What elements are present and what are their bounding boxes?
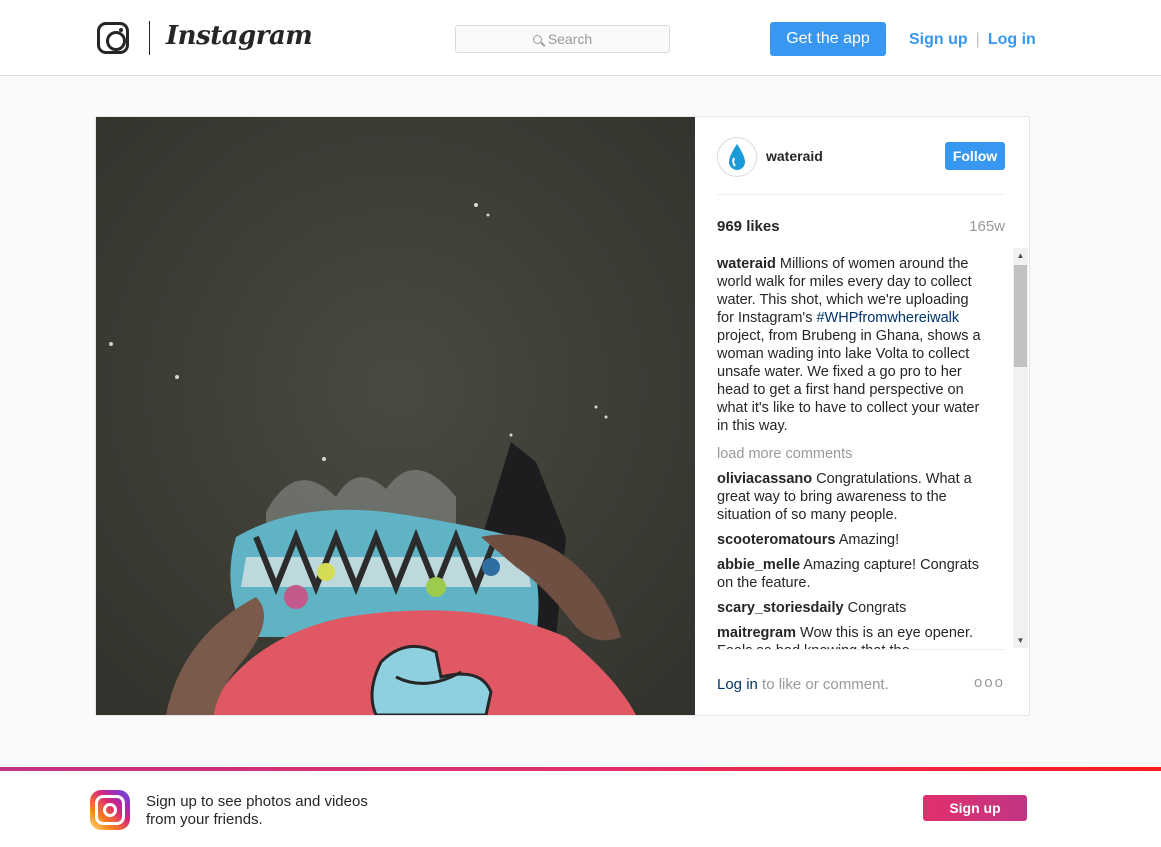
auth-separator: | (975, 31, 980, 48)
comment-username[interactable]: maitregram (717, 625, 796, 641)
likes-count[interactable]: 969 likes (717, 218, 780, 235)
comment-text: Amazing! (838, 532, 900, 548)
instagram-app-icon (90, 790, 130, 830)
photo-illustration (96, 117, 695, 715)
login-link[interactable]: Log in (988, 31, 1036, 49)
post-age[interactable]: 165w (969, 218, 1005, 235)
post-header: wateraid Follow (717, 137, 1005, 195)
more-options-icon[interactable]: ooo (974, 674, 1005, 691)
signup-link[interactable]: Sign up (909, 31, 968, 49)
list-item: scooteromatours Amazing! (717, 531, 987, 549)
banner-signup-button[interactable]: Sign up (923, 795, 1027, 821)
comment-username[interactable]: scary_storiesdaily (717, 600, 844, 616)
login-prompt: Log in to like or comment. (717, 676, 889, 693)
signup-banner: Sign up to see photos and videos from yo… (0, 767, 1161, 847)
list-item: scary_storiesdaily Congrats (717, 599, 987, 617)
comment-username[interactable]: oliviacassano (717, 471, 812, 487)
comments-list: wateraid Millions of women around the wo… (717, 255, 987, 649)
water-drop-icon (729, 144, 745, 170)
search-placeholder: Search (547, 31, 593, 47)
auth-links: Sign up | Log in (909, 31, 1036, 49)
search-icon (532, 34, 542, 44)
post-username[interactable]: wateraid (766, 148, 823, 164)
banner-gradient-stripe (0, 767, 1161, 771)
scroll-up-arrow-icon[interactable]: ▲ (1013, 248, 1028, 263)
follow-button[interactable]: Follow (945, 142, 1005, 170)
caption-username[interactable]: wateraid (717, 256, 776, 272)
instagram-camera-icon[interactable] (97, 22, 129, 54)
user-avatar[interactable] (717, 137, 757, 177)
load-more-comments-link[interactable]: load more comments (717, 445, 987, 463)
list-item: maitregram Wow this is an eye opener. Fe… (717, 624, 987, 649)
scroll-down-arrow-icon[interactable]: ▼ (1013, 633, 1028, 648)
post-photo[interactable] (96, 117, 695, 715)
top-navigation-bar: Instagram Search Get the app Sign up | L… (0, 0, 1161, 76)
logo-divider (149, 21, 150, 55)
login-prompt-text: to like or comment. (762, 676, 889, 693)
instagram-wordmark[interactable]: Instagram (166, 21, 313, 51)
post-sidebar: wateraid Follow 969 likes 165w wateraid … (695, 117, 1030, 715)
banner-text: Sign up to see photos and videos from yo… (146, 793, 368, 828)
comment-text: Congrats (847, 600, 907, 616)
comment-username[interactable]: abbie_melle (717, 557, 800, 573)
get-the-app-button[interactable]: Get the app (770, 22, 886, 56)
login-to-comment-link[interactable]: Log in (717, 676, 758, 693)
caption: wateraid Millions of women around the wo… (717, 255, 987, 435)
search-input[interactable]: Search (455, 25, 670, 53)
comments-scrollbar[interactable]: ▲ ▼ (1013, 248, 1028, 648)
comment-username[interactable]: scooteromatours (717, 532, 835, 548)
post-card: wateraid Follow 969 likes 165w wateraid … (95, 116, 1030, 716)
caption-hashtag[interactable]: #WHPfromwhereiwalk (816, 310, 959, 326)
scrollbar-thumb[interactable] (1014, 265, 1027, 367)
list-item: oliviacassano Congratulations. What a gr… (717, 470, 987, 524)
list-item: abbie_melle Amazing capture! Congrats on… (717, 556, 987, 592)
comment-bar: Log in to like or comment. ooo (717, 649, 1005, 699)
caption-text-continued: project, from Brubeng in Ghana, shows a … (717, 328, 981, 434)
